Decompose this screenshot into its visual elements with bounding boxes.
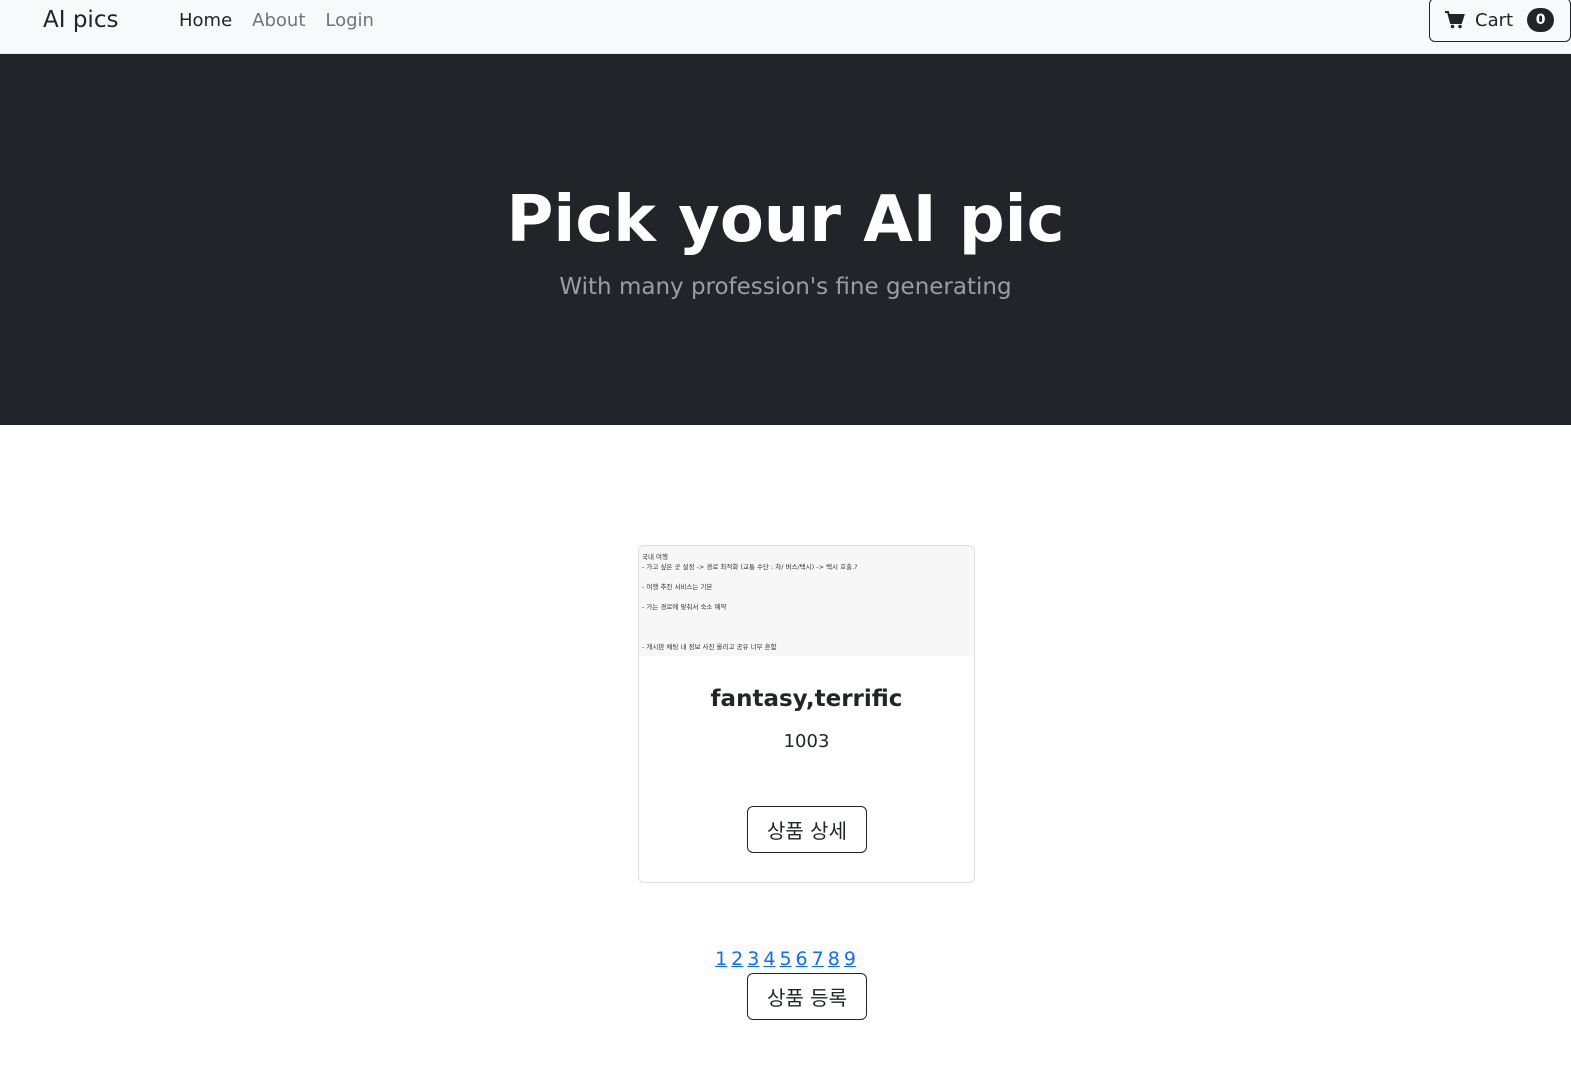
product-image: 국내 여행 - 가고 싶은 곳 설정 -> 경로 최적화 (교통 수단 : 차/… [639, 546, 974, 656]
page-link[interactable]: 5 [779, 948, 791, 970]
page-link[interactable]: 8 [828, 948, 840, 970]
product-card: 국내 여행 - 가고 싶은 곳 설정 -> 경로 최적화 (교통 수단 : 차/… [638, 545, 975, 883]
nav-link-about[interactable]: About [252, 9, 305, 33]
page-link[interactable]: 3 [747, 948, 759, 970]
page-link[interactable]: 7 [812, 948, 824, 970]
brand-logo[interactable]: AI pics [43, 6, 118, 34]
register-product-button[interactable]: 상품 등록 [747, 973, 867, 1020]
cart-count-badge: 0 [1527, 8, 1555, 32]
hero-title: Pick your AI pic [506, 183, 1065, 257]
hero-banner: Pick your AI pic With many profession's … [0, 54, 1571, 425]
navbar: AI pics Home About Login Cart 0 [0, 0, 1571, 54]
page-link[interactable]: 4 [763, 948, 775, 970]
cart-label: Cart [1475, 9, 1514, 31]
nav-links: Home About Login [179, 9, 374, 33]
product-detail-button[interactable]: 상품 상세 [747, 806, 867, 853]
product-price: 1003 [783, 731, 830, 752]
page-link[interactable]: 1 [715, 948, 727, 970]
pagination: 123456789 [0, 946, 1571, 972]
hero-subtitle: With many profession's fine generating [559, 274, 1012, 300]
product-title: fantasy,terrific [710, 686, 903, 712]
nav-link-home[interactable]: Home [179, 9, 232, 33]
page-link[interactable]: 9 [844, 948, 856, 970]
page-link[interactable]: 2 [731, 948, 743, 970]
page-link[interactable]: 6 [796, 948, 808, 970]
cart-button[interactable]: Cart 0 [1429, 0, 1571, 42]
cart-icon [1445, 11, 1465, 29]
nav-link-login[interactable]: Login [325, 9, 374, 33]
